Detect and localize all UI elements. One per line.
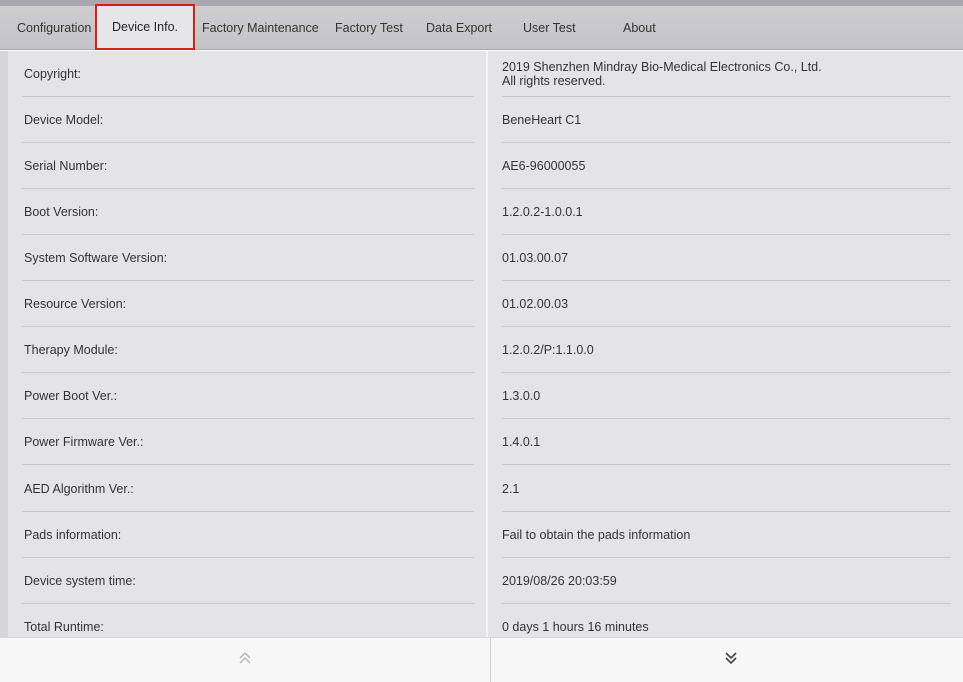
value-row: 1.3.0.0 (488, 373, 963, 420)
label-therapy-module: Therapy Module: (24, 343, 118, 357)
value-row: BeneHeart C1 (488, 97, 963, 144)
label-row: Boot Version: (8, 189, 486, 236)
double-chevron-up-icon (239, 652, 251, 664)
value-total-runtime: 0 days 1 hours 16 minutes (502, 620, 649, 634)
info-labels-panel: Copyright: Device Model: Serial Number: … (8, 51, 486, 637)
label-device-system-time: Device system time: (24, 574, 136, 588)
tab-device-info[interactable]: Device Info. (95, 4, 195, 50)
value-device-model: BeneHeart C1 (502, 113, 582, 127)
value-boot-version: 1.2.0.2-1.0.0.1 (502, 205, 583, 219)
value-system-software-version: 01.03.00.07 (502, 251, 569, 265)
value-copyright-line2: All rights reserved. (502, 74, 606, 88)
label-row: Device Model: (8, 97, 486, 144)
label-boot-version: Boot Version: (24, 205, 99, 219)
tab-factory-maintenance[interactable]: Factory Maintenance (202, 6, 319, 50)
value-aed-algorithm-ver: 2.1 (502, 482, 520, 496)
value-power-boot-ver: 1.3.0.0 (502, 389, 541, 403)
label-row: Device system time: (8, 558, 486, 605)
value-copyright: 2019 Shenzhen Mindray Bio-Medical Electr… (502, 51, 822, 97)
tab-configuration[interactable]: Configuration (17, 6, 91, 50)
label-row: Power Firmware Ver.: (8, 419, 486, 466)
label-aed-algorithm-ver: AED Algorithm Ver.: (24, 482, 134, 496)
value-power-firmware-ver: 1.4.0.1 (502, 435, 541, 449)
value-row: 0 days 1 hours 16 minutes (488, 604, 963, 637)
label-row: Total Runtime: (8, 604, 486, 637)
value-row: Fail to obtain the pads information (488, 512, 963, 559)
tab-data-export[interactable]: Data Export (426, 6, 492, 50)
tab-user-test[interactable]: User Test (523, 6, 576, 50)
label-copyright: Copyright: (24, 67, 81, 81)
value-serial-number: AE6-96000055 (502, 159, 586, 173)
double-chevron-down-icon (725, 652, 737, 665)
label-row: AED Algorithm Ver.: (8, 466, 486, 513)
tab-bar: Configuration Device Info. Factory Maint… (0, 0, 963, 50)
value-therapy-module: 1.2.0.2/P:1.1.0.0 (502, 343, 594, 357)
label-row: Copyright: (8, 51, 486, 98)
value-row: 1.2.0.2/P:1.1.0.0 (488, 327, 963, 374)
label-row: Pads information: (8, 512, 486, 559)
value-row: AE6-96000055 (488, 143, 963, 190)
left-edge-strip (0, 51, 8, 637)
label-system-software-version: System Software Version: (24, 251, 168, 265)
label-row: System Software Version: (8, 235, 486, 282)
scroll-footer (0, 637, 963, 682)
label-serial-number: Serial Number: (24, 159, 108, 173)
value-device-system-time: 2019/08/26 20:03:59 (502, 574, 617, 588)
label-power-boot-ver: Power Boot Ver.: (24, 389, 118, 403)
scroll-down-button[interactable] (491, 638, 963, 682)
value-pads-information: Fail to obtain the pads information (502, 528, 691, 542)
tab-factory-test[interactable]: Factory Test (335, 6, 403, 50)
label-device-model: Device Model: (24, 113, 104, 127)
value-row: 01.03.00.07 (488, 235, 963, 282)
value-row: 01.02.00.03 (488, 281, 963, 328)
value-row: 2019 Shenzhen Mindray Bio-Medical Electr… (488, 51, 963, 98)
label-row: Resource Version: (8, 281, 486, 328)
label-row: Power Boot Ver.: (8, 373, 486, 420)
label-row: Therapy Module: (8, 327, 486, 374)
label-total-runtime: Total Runtime: (24, 620, 104, 634)
info-values-panel: 2019 Shenzhen Mindray Bio-Medical Electr… (488, 51, 963, 637)
label-resource-version: Resource Version: (24, 297, 127, 311)
tab-about[interactable]: About (623, 6, 656, 50)
value-row: 2.1 (488, 466, 963, 513)
value-row: 2019/08/26 20:03:59 (488, 558, 963, 605)
label-power-firmware-ver: Power Firmware Ver.: (24, 435, 144, 449)
value-copyright-line1: 2019 Shenzhen Mindray Bio-Medical Electr… (502, 60, 822, 74)
value-row: 1.4.0.1 (488, 419, 963, 466)
scroll-up-button[interactable] (0, 638, 490, 682)
label-row: Serial Number: (8, 143, 486, 190)
value-resource-version: 01.02.00.03 (502, 297, 569, 311)
value-row: 1.2.0.2-1.0.0.1 (488, 189, 963, 236)
label-pads-information: Pads information: (24, 528, 122, 542)
